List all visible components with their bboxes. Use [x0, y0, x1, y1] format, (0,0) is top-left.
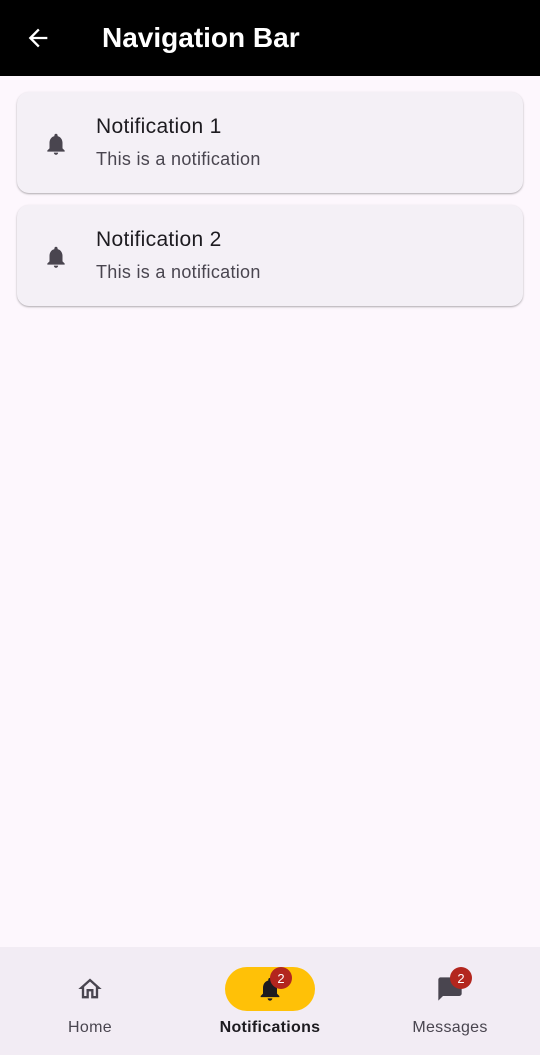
- back-button[interactable]: [14, 14, 62, 62]
- bell-icon: [47, 246, 65, 268]
- page-title: Navigation Bar: [102, 22, 300, 53]
- notification-badge: 2: [270, 967, 292, 989]
- message-badge: 2: [450, 967, 472, 989]
- nav-item-messages[interactable]: 2 Messages: [360, 947, 540, 1055]
- list-item[interactable]: Notification 1 This is a notification: [17, 92, 523, 193]
- nav-label-home: Home: [68, 1019, 112, 1036]
- notification-subtitle: This is a notification: [96, 149, 261, 169]
- bell-icon: [47, 133, 65, 155]
- arrow-back-icon: [28, 28, 48, 48]
- list-item[interactable]: Notification 2 This is a notification: [17, 205, 523, 306]
- bottom-navigation-bar: Home 2 Notifications 2 Messages: [0, 947, 540, 1055]
- nav-label-messages: Messages: [412, 1019, 488, 1036]
- notification-title: Notification 1: [96, 115, 222, 138]
- nav-item-home[interactable]: Home: [0, 947, 180, 1055]
- nav-label-notifications: Notifications: [219, 1019, 321, 1036]
- notification-subtitle: This is a notification: [96, 262, 261, 282]
- notification-list: Notification 1 This is a notification No…: [17, 92, 523, 318]
- home-icon: [78, 978, 102, 999]
- nav-item-notifications[interactable]: 2 Notifications: [180, 947, 360, 1055]
- app-bar: Navigation Bar: [0, 0, 540, 76]
- notification-title: Notification 2: [96, 228, 222, 251]
